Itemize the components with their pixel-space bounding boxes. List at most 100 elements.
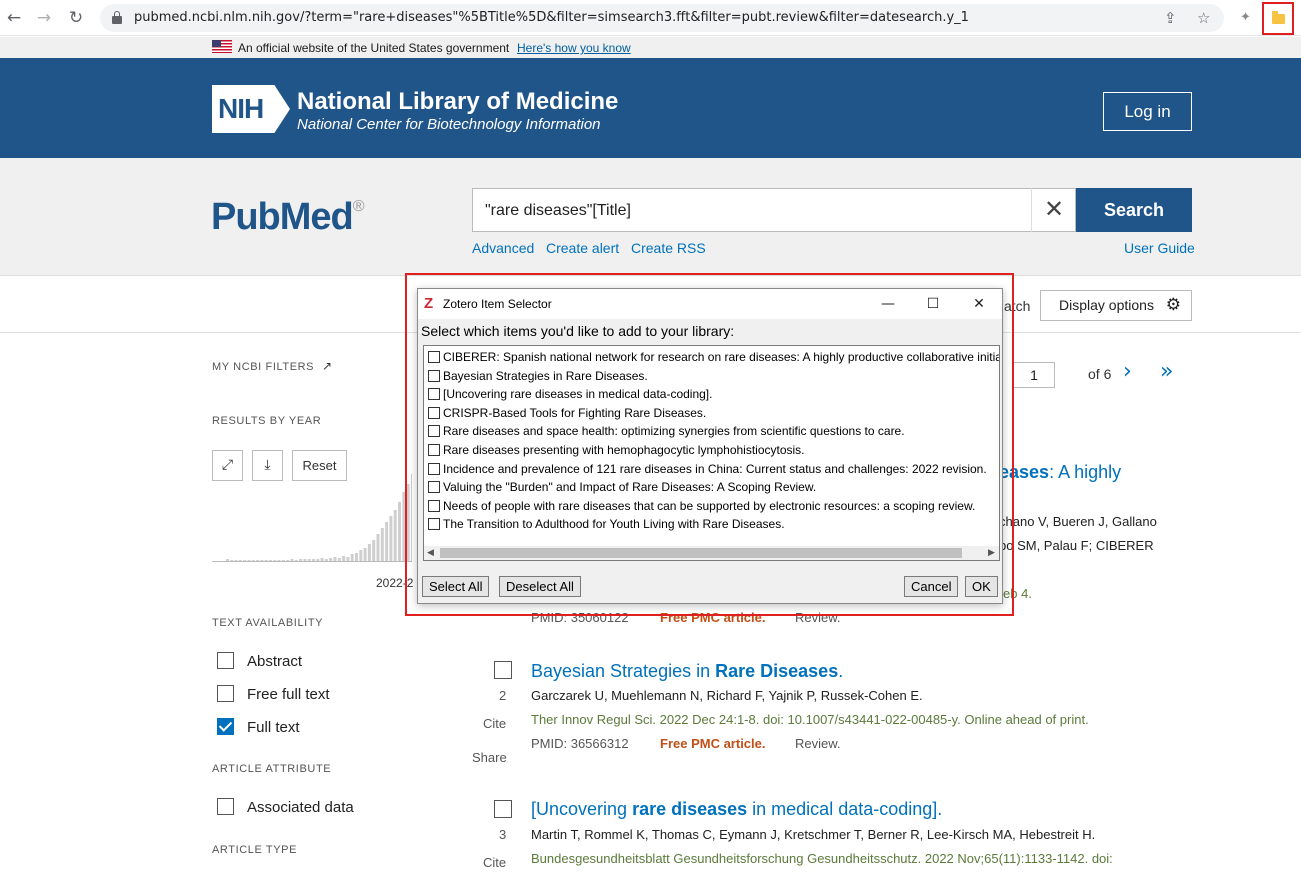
article-attribute-heading: ARTICLE ATTRIBUTE <box>212 763 332 775</box>
item-checkbox[interactable] <box>428 444 440 456</box>
result-3-title[interactable]: [Uncovering rare diseases in medical dat… <box>531 799 942 820</box>
nlm-header: NIH National Library of Medicine Nationa… <box>0 58 1301 158</box>
item-checkbox[interactable] <box>428 388 440 401</box>
nlm-title[interactable]: National Library of Medicine <box>297 88 618 116</box>
item-label: Incidence and prevalence of 121 rare dis… <box>443 461 987 476</box>
scroll-right-icon[interactable]: ▶ <box>988 546 995 560</box>
zotero-item-selector-dialog: Z Zotero Item Selector — ☐ ✕ Select whic… <box>417 288 1003 604</box>
free-full-text-checkbox[interactable] <box>217 685 234 702</box>
address-bar[interactable]: pubmed.ncbi.nlm.nih.gov/?term="rare+dise… <box>100 4 1224 32</box>
text-availability-heading: TEXT AVAILABILITY <box>212 617 324 629</box>
lock-icon[interactable] <box>112 11 122 24</box>
list-item[interactable]: [Uncovering rare diseases in medical dat… <box>426 387 712 405</box>
filter-associated-data[interactable]: Associated data <box>217 798 354 816</box>
create-alert-link[interactable]: Create alert <box>546 240 619 256</box>
login-button[interactable]: Log in <box>1103 92 1192 131</box>
maximize-icon[interactable]: ☐ <box>918 293 948 315</box>
search-button[interactable]: Search <box>1076 188 1192 232</box>
zotero-save-button[interactable] <box>1262 2 1294 35</box>
item-checkbox[interactable] <box>428 425 440 438</box>
item-checkbox[interactable] <box>428 406 440 419</box>
list-item[interactable]: Incidence and prevalence of 121 rare dis… <box>426 462 987 480</box>
bookmark-star-icon[interactable]: ☆ <box>1197 9 1210 27</box>
clear-search-icon[interactable]: ✕ <box>1031 188 1076 232</box>
extension-bulb-icon[interactable]: ✦ <box>1240 9 1251 25</box>
associated-data-checkbox[interactable] <box>217 798 234 815</box>
result-2-checkbox[interactable] <box>494 661 512 679</box>
item-label: CRISPR-Based Tools for Fighting Rare Dis… <box>443 405 707 420</box>
share-icon[interactable]: ⇪ <box>1164 9 1177 27</box>
list-item[interactable]: CRISPR-Based Tools for Fighting Rare Dis… <box>426 406 706 424</box>
nih-logo[interactable]: NIH <box>212 85 290 133</box>
folder-icon <box>1272 11 1285 24</box>
result-2-pmid: PMID: 36566312 <box>531 736 629 751</box>
result-2-share-button[interactable]: Share <box>472 750 507 765</box>
dialog-titlebar[interactable]: Z Zotero Item Selector — ☐ ✕ <box>418 289 1002 319</box>
result-1-title[interactable]: eases: A highly <box>999 462 1121 483</box>
list-item[interactable]: Bayesian Strategies in Rare Diseases. <box>426 369 648 387</box>
item-label: The Transition to Adulthood for Youth Li… <box>443 517 785 532</box>
list-item[interactable]: Needs of people with rare diseases that … <box>426 499 975 517</box>
result-2-free-pmc[interactable]: Free PMC article. <box>660 736 766 751</box>
page-number-input[interactable]: 1 <box>1013 362 1055 388</box>
result-2-cite-button[interactable]: Cite <box>483 716 506 731</box>
scroll-thumb[interactable] <box>440 548 962 558</box>
reload-icon[interactable]: ↻ <box>66 8 86 28</box>
ok-button[interactable]: OK <box>965 576 998 597</box>
item-label: Needs of people with rare diseases that … <box>443 498 976 513</box>
user-guide-link[interactable]: User Guide <box>1124 240 1195 256</box>
minimize-icon[interactable]: — <box>873 293 903 315</box>
result-3-cite-button[interactable]: Cite <box>483 855 506 870</box>
close-icon[interactable]: ✕ <box>964 293 994 315</box>
item-checkbox[interactable] <box>428 499 440 512</box>
next-page-icon[interactable]: › <box>1123 359 1132 384</box>
cancel-button[interactable]: Cancel <box>904 576 959 597</box>
list-item[interactable]: CIBERER: Spanish national network for re… <box>426 350 1000 368</box>
search-input[interactable]: "rare diseases"[Title] <box>472 188 1076 232</box>
item-checkbox[interactable] <box>428 462 440 475</box>
scroll-left-icon[interactable]: ◀ <box>427 546 434 560</box>
ncbi-subtitle: National Center for Biotechnology Inform… <box>297 116 601 133</box>
filter-abstract[interactable]: Abstract <box>217 652 302 670</box>
result-3-number: 3 <box>499 827 507 842</box>
deselect-all-button[interactable]: Deselect All <box>499 576 581 597</box>
last-page-icon[interactable]: » <box>1160 359 1174 384</box>
advanced-link[interactable]: Advanced <box>472 240 534 256</box>
back-icon[interactable]: ← <box>4 8 24 28</box>
item-checkbox[interactable] <box>428 369 440 382</box>
external-link-icon[interactable]: ↗ <box>322 359 332 373</box>
heres-how-you-know-link[interactable]: Here's how you know <box>517 41 631 55</box>
histogram-bar <box>376 534 380 562</box>
item-checkbox[interactable] <box>428 518 440 531</box>
abstract-checkbox[interactable] <box>217 652 234 669</box>
item-list[interactable]: CIBERER: Spanish national network for re… <box>423 345 1000 561</box>
horizontal-scrollbar[interactable]: ◀ ▶ <box>424 546 999 560</box>
histogram-bar <box>372 540 376 562</box>
us-flag-icon <box>212 40 232 53</box>
pubmed-logo[interactable]: PubMed® <box>211 196 365 239</box>
forward-icon[interactable]: → <box>34 8 54 28</box>
display-options-button[interactable]: Display options ⚙ <box>1040 290 1192 321</box>
create-rss-link[interactable]: Create RSS <box>631 240 706 256</box>
result-3-authors: Martin T, Rommel K, Thomas C, Eymann J, … <box>531 827 1096 842</box>
list-item[interactable]: Rare diseases presenting with hemophagoc… <box>426 443 805 461</box>
list-item[interactable]: Rare diseases and space health: optimizi… <box>426 424 905 442</box>
results-by-year-heading: RESULTS BY YEAR <box>212 415 322 427</box>
my-ncbi-filters-heading[interactable]: MY NCBI FILTERS <box>212 361 314 373</box>
item-checkbox[interactable] <box>428 481 440 494</box>
results-by-year-histogram[interactable] <box>212 466 419 562</box>
list-item[interactable]: Valuing the "Burden" and Impact of Rare … <box>426 480 816 498</box>
result-2-journal: Ther Innov Regul Sci. 2022 Dec 24:1-8. d… <box>531 712 1089 727</box>
full-text-checkbox[interactable] <box>217 718 234 735</box>
histogram-bar <box>363 548 367 562</box>
select-all-button[interactable]: Select All <box>422 576 490 597</box>
list-item[interactable]: The Transition to Adulthood for Youth Li… <box>426 517 785 535</box>
result-2-title[interactable]: Bayesian Strategies in Rare Diseases. <box>531 661 843 682</box>
filter-free-full-text[interactable]: Free full text <box>217 685 330 703</box>
item-checkbox[interactable] <box>428 351 440 363</box>
item-label: CIBERER: Spanish national network for re… <box>443 350 1000 364</box>
histogram-bar <box>385 522 389 562</box>
filter-full-text[interactable]: Full text <box>217 718 300 736</box>
result-3-checkbox[interactable] <box>494 800 512 818</box>
url-text[interactable]: pubmed.ncbi.nlm.nih.gov/?term="rare+dise… <box>134 10 969 25</box>
